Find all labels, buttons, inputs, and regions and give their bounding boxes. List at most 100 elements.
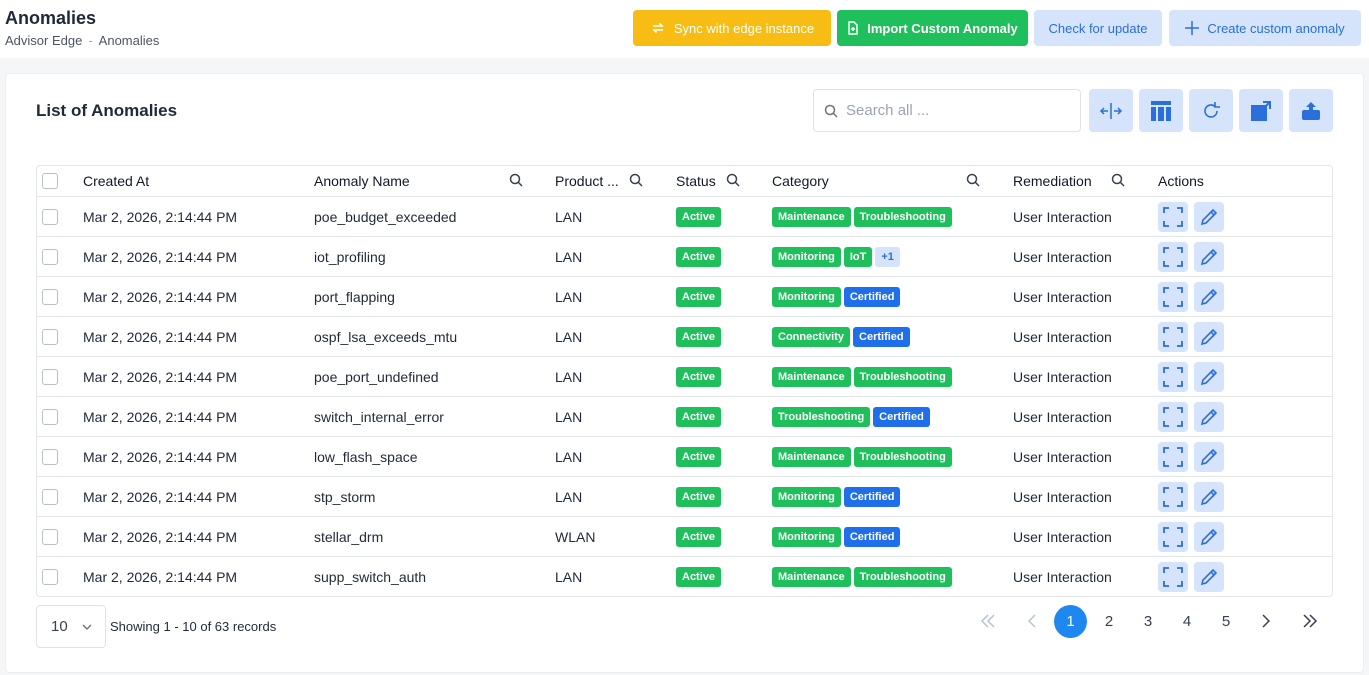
edit-pencil-icon <box>1200 488 1218 505</box>
chevrons-right-icon <box>1303 614 1318 628</box>
row-checkbox[interactable] <box>42 488 58 505</box>
search-input[interactable] <box>846 102 1066 119</box>
page-5-button[interactable]: 5 <box>1215 605 1237 637</box>
page-size-value: 10 <box>51 618 68 635</box>
table-row[interactable]: Mar 2, 2026, 2:14:44 PM switch_internal_… <box>37 397 1332 437</box>
view-details-button[interactable] <box>1158 241 1188 272</box>
row-checkbox[interactable] <box>42 368 58 385</box>
view-details-button[interactable] <box>1158 521 1188 552</box>
sync-button[interactable]: Sync with edge instance <box>633 10 831 46</box>
row-checkbox[interactable] <box>42 568 58 585</box>
column-resize-button[interactable] <box>1089 89 1133 132</box>
edit-pencil-icon <box>1200 448 1218 465</box>
status-badge: Active <box>676 486 722 507</box>
edit-button[interactable] <box>1194 561 1224 592</box>
remediation-cell: User Interaction <box>1013 568 1112 585</box>
search-icon[interactable] <box>509 173 523 187</box>
row-checkbox[interactable] <box>42 528 58 545</box>
search-icon[interactable] <box>1111 173 1125 187</box>
edit-button[interactable] <box>1194 241 1224 272</box>
expand-icon <box>1163 486 1183 507</box>
remediation-cell: User Interaction <box>1013 488 1112 505</box>
breadcrumb-item-advisor-edge[interactable]: Advisor Edge <box>5 33 82 48</box>
view-details-button[interactable] <box>1158 481 1188 512</box>
table-row[interactable]: Mar 2, 2026, 2:14:44 PM poe_budget_excee… <box>37 197 1332 237</box>
export-icon <box>1251 100 1271 121</box>
col-remediation[interactable]: Remediation <box>1013 166 1092 196</box>
edit-button[interactable] <box>1194 481 1224 512</box>
row-checkbox[interactable] <box>42 248 58 265</box>
col-product[interactable]: Product ... <box>555 166 619 196</box>
sync-icon <box>651 22 664 34</box>
expand-icon <box>1163 206 1183 227</box>
page-4-button[interactable]: 4 <box>1176 605 1198 637</box>
edit-button[interactable] <box>1194 281 1224 312</box>
col-status[interactable]: Status <box>676 166 716 196</box>
table-row[interactable]: Mar 2, 2026, 2:14:44 PM ospf_lsa_exceeds… <box>37 317 1332 357</box>
prev-page-button[interactable] <box>1022 605 1042 637</box>
table-row[interactable]: Mar 2, 2026, 2:14:44 PM supp_switch_auth… <box>37 557 1332 596</box>
row-checkbox[interactable] <box>42 328 58 345</box>
col-created-at[interactable]: Created At <box>83 166 149 196</box>
row-checkbox[interactable] <box>42 448 58 465</box>
table-row[interactable]: Mar 2, 2026, 2:14:44 PM port_flapping LA… <box>37 277 1332 317</box>
actions-cell <box>1158 517 1230 556</box>
table-row[interactable]: Mar 2, 2026, 2:14:44 PM poe_port_undefin… <box>37 357 1332 397</box>
view-details-button[interactable] <box>1158 361 1188 392</box>
category-cell: Troubleshooting Certified <box>772 397 933 436</box>
first-page-button[interactable] <box>976 605 1000 637</box>
status-cell: Active <box>676 357 724 396</box>
columns-layout-button[interactable] <box>1139 89 1183 132</box>
view-details-button[interactable] <box>1158 201 1188 232</box>
import-custom-anomaly-button[interactable]: Import Custom Anomaly <box>837 10 1028 46</box>
view-details-button[interactable] <box>1158 561 1188 592</box>
page-1-button[interactable]: 1 <box>1054 605 1087 638</box>
upload-button[interactable] <box>1289 89 1333 132</box>
status-cell: Active <box>676 317 724 356</box>
col-anomaly-name[interactable]: Anomaly Name <box>314 166 410 196</box>
search-icon[interactable] <box>726 173 740 187</box>
product-cell: LAN <box>555 328 583 345</box>
view-details-button[interactable] <box>1158 281 1188 312</box>
col-category[interactable]: Category <box>772 166 829 196</box>
row-checkbox[interactable] <box>42 208 58 225</box>
create-custom-anomaly-button[interactable]: Create custom anomaly <box>1169 10 1361 46</box>
refresh-button[interactable] <box>1189 89 1233 132</box>
edit-button[interactable] <box>1194 201 1224 232</box>
view-details-button[interactable] <box>1158 441 1188 472</box>
category-badge: Certified <box>843 486 901 507</box>
row-checkbox[interactable] <box>42 408 58 425</box>
edit-button[interactable] <box>1194 441 1224 472</box>
export-button[interactable] <box>1239 89 1283 132</box>
last-page-button[interactable] <box>1298 605 1322 637</box>
chevron-left-icon <box>1028 614 1036 628</box>
edit-button[interactable] <box>1194 321 1224 352</box>
row-select-cell <box>42 437 58 476</box>
edit-button[interactable] <box>1194 401 1224 432</box>
view-details-button[interactable] <box>1158 401 1188 432</box>
row-checkbox[interactable] <box>42 288 58 305</box>
table-row[interactable]: Mar 2, 2026, 2:14:44 PM stp_storm LAN Ac… <box>37 477 1332 517</box>
row-select-cell <box>42 317 58 356</box>
page-size-select[interactable]: 10 <box>36 605 106 648</box>
edit-pencil-icon <box>1200 248 1218 265</box>
table-row[interactable]: Mar 2, 2026, 2:14:44 PM low_flash_space … <box>37 437 1332 477</box>
search-icon[interactable] <box>629 173 643 187</box>
page-3-button[interactable]: 3 <box>1137 605 1159 637</box>
search-icon[interactable] <box>966 173 980 187</box>
edit-pencil-icon <box>1200 368 1218 385</box>
category-badge[interactable]: +1 <box>875 246 900 267</box>
category-badge: Troubleshooting <box>853 446 952 467</box>
edit-button[interactable] <box>1194 361 1224 392</box>
table-row[interactable]: Mar 2, 2026, 2:14:44 PM iot_profiling LA… <box>37 237 1332 277</box>
check-for-update-button[interactable]: Check for update <box>1034 10 1162 46</box>
check-button-label: Check for update <box>1048 20 1148 36</box>
page-2-button[interactable]: 2 <box>1098 605 1120 637</box>
select-all-checkbox[interactable] <box>42 173 58 189</box>
next-page-button[interactable] <box>1256 605 1276 637</box>
table-row[interactable]: Mar 2, 2026, 2:14:44 PM stellar_drm WLAN… <box>37 517 1332 557</box>
edit-button[interactable] <box>1194 521 1224 552</box>
created-at-cell: Mar 2, 2026, 2:14:44 PM <box>83 328 238 345</box>
view-details-button[interactable] <box>1158 321 1188 352</box>
search-box[interactable] <box>813 89 1081 132</box>
